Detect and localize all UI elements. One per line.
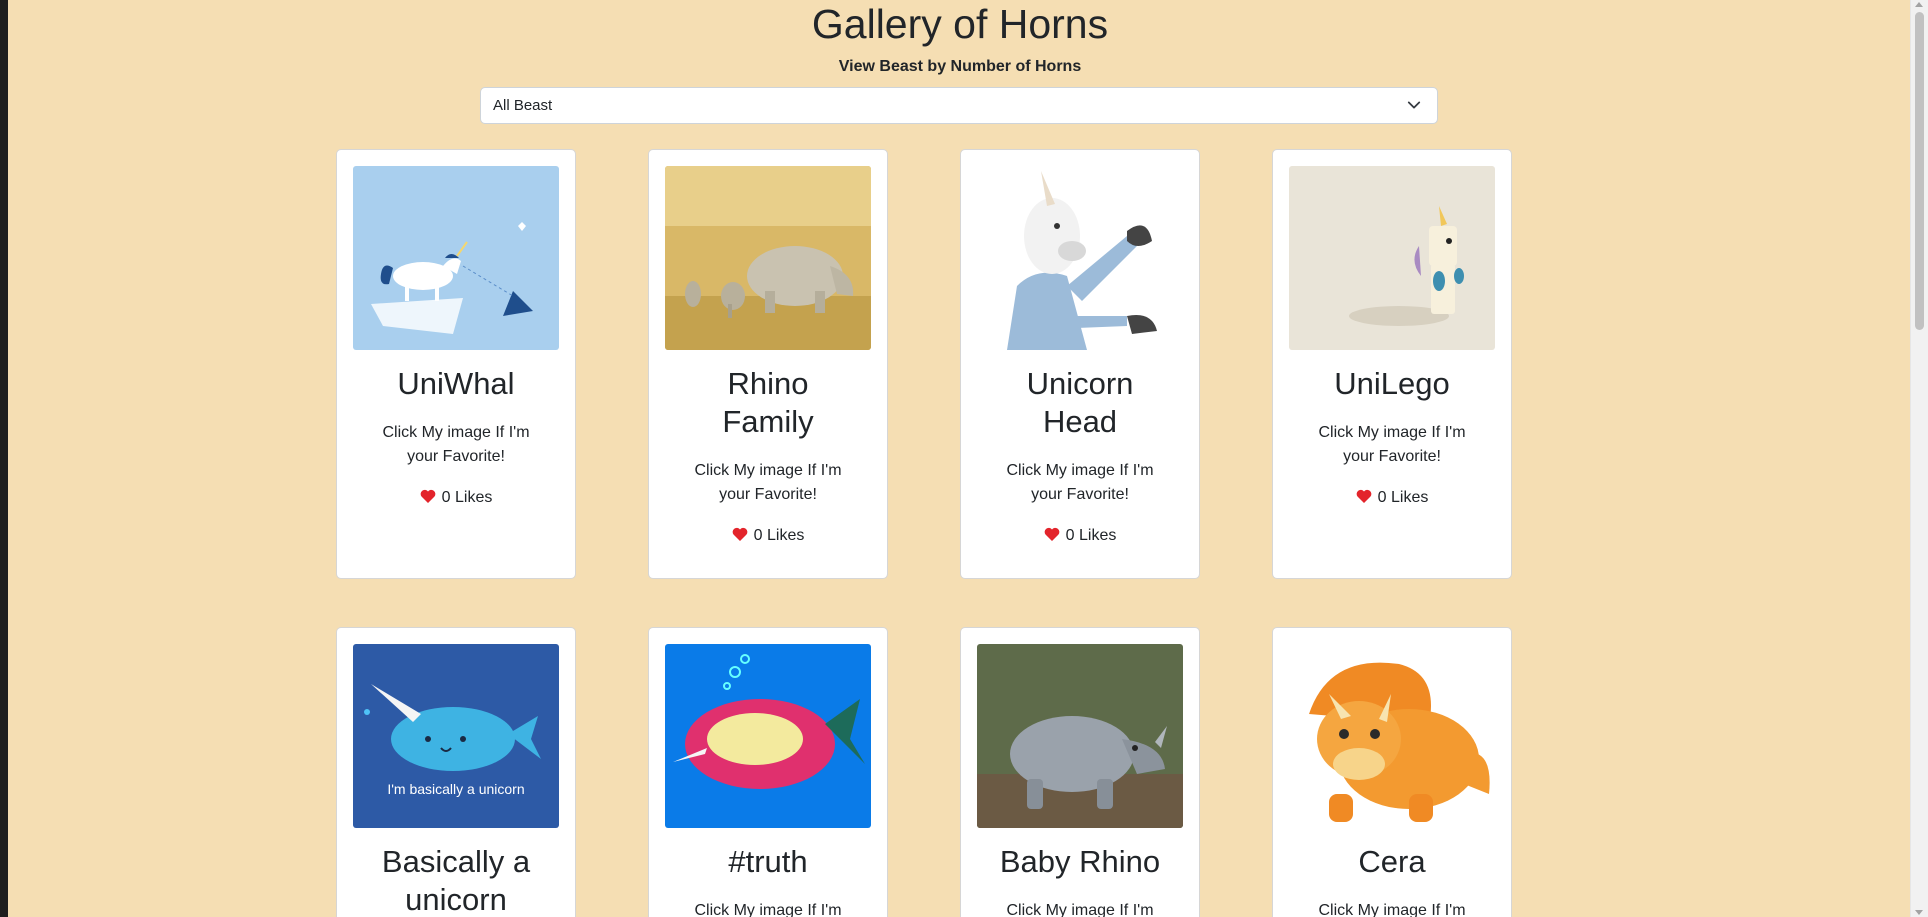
beast-image-baby-rhino[interactable]	[977, 644, 1183, 828]
heart-icon	[1356, 489, 1371, 503]
favorite-hint: Click My image If I'm your Favorite!	[1006, 462, 1154, 503]
heart-icon	[1044, 527, 1059, 541]
favorite-hint: Click My image If I'm your Favorite!	[1318, 424, 1466, 465]
heart-icon	[732, 527, 747, 541]
beast-card: Baby Rhino Click My image If I'm	[960, 627, 1200, 917]
likes-count: 0 Likes	[961, 526, 1199, 546]
beast-image-truth[interactable]	[665, 644, 871, 828]
scroll-down-arrow-icon[interactable]	[1915, 910, 1923, 915]
image-caption: I'm basically a unicorn	[387, 781, 524, 797]
beast-card: Cera Click My image If I'm	[1272, 627, 1512, 917]
page-subtitle: View Beast by Number of Horns	[838, 58, 1082, 75]
beast-image-unicorn-head[interactable]	[977, 166, 1183, 350]
page-scrollbar[interactable]	[1910, 0, 1928, 917]
beast-image-cera[interactable]	[1289, 644, 1495, 828]
beast-title: Cera	[1358, 844, 1426, 879]
beast-title: Basically a unicorn	[381, 844, 531, 917]
beast-image-basically-a-unicorn[interactable]: I'm basically a unicorn	[353, 644, 559, 828]
beast-image-unilego[interactable]	[1289, 166, 1495, 350]
beast-title: Rhino Family	[722, 366, 814, 439]
likes-count: 0 Likes	[649, 526, 887, 546]
beast-title: UniLego	[1334, 366, 1450, 401]
page-title: Gallery of Horns	[811, 1, 1109, 47]
beast-title: Unicorn Head	[1026, 366, 1134, 439]
window-edge	[0, 0, 8, 917]
beast-image-rhino-family[interactable]	[665, 166, 871, 350]
select-value: All Beast	[493, 97, 553, 114]
scroll-thumb[interactable]	[1915, 12, 1924, 330]
favorite-hint: Click My image If I'm	[1006, 902, 1154, 917]
chevron-down-icon	[1407, 101, 1421, 109]
beast-title: Baby Rhino	[999, 844, 1161, 879]
beast-card: Unicorn Head Click My image If I'm your Fa…	[960, 149, 1200, 579]
beast-card: UniWhal Click My image If I'm your Favori…	[336, 149, 576, 579]
scroll-up-arrow-icon[interactable]	[1915, 2, 1923, 7]
likes-count: 0 Likes	[337, 488, 575, 508]
horn-filter-select[interactable]: All Beast	[480, 87, 1438, 124]
favorite-hint: Click My image If I'm	[1318, 902, 1466, 917]
likes-count: 0 Likes	[1273, 488, 1511, 508]
beast-title: UniWhal	[397, 366, 515, 401]
heart-icon	[420, 489, 435, 503]
beast-title: #truth	[728, 844, 808, 879]
beast-card: I'm basically a unicorn Basically a unico…	[336, 627, 576, 917]
beast-card: #truth Click My image If I'm	[648, 627, 888, 917]
beast-card: UniLego Click My image If I'm your Favori…	[1272, 149, 1512, 579]
favorite-hint: Click My image If I'm your Favorite!	[382, 424, 530, 465]
favorite-hint: Click My image If I'm your Favorite!	[694, 462, 842, 503]
beast-card: Rhino Family Click My image If I'm your Fa…	[648, 149, 888, 579]
beast-image-uniwhal[interactable]	[353, 166, 559, 350]
favorite-hint: Click My image If I'm	[694, 902, 842, 917]
